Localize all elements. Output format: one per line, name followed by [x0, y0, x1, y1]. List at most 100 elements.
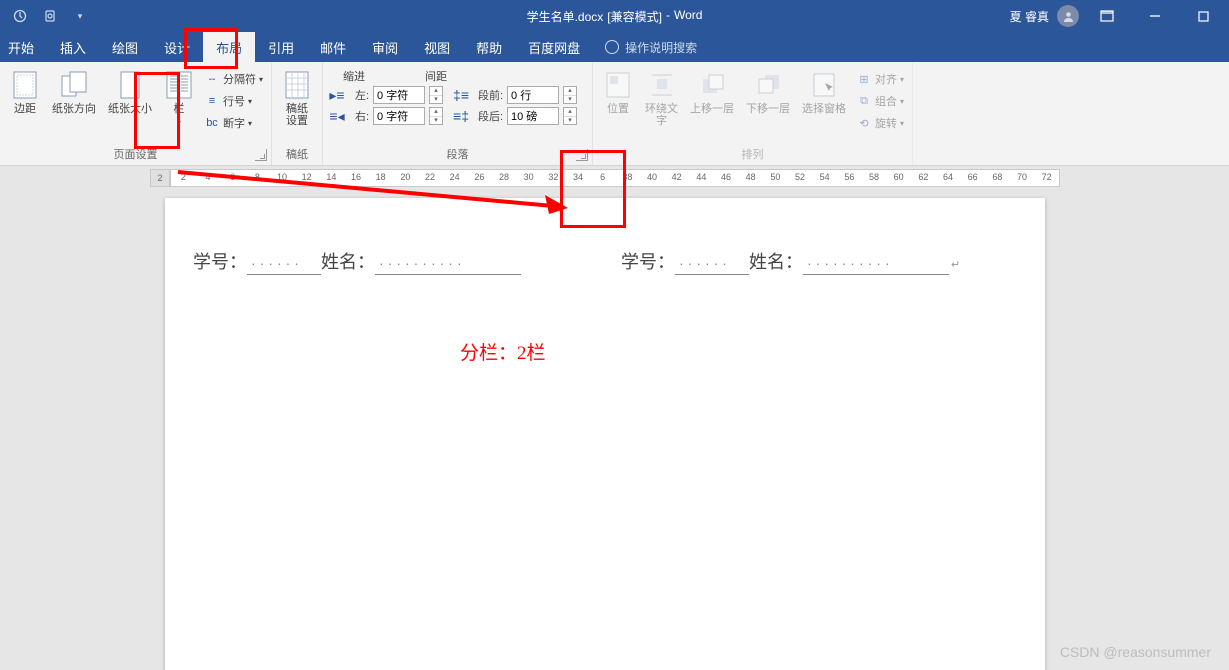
paragraph-dialog-launcher[interactable] — [576, 149, 588, 161]
space-after-label: 段后: — [473, 108, 503, 124]
tab-baidu[interactable]: 百度网盘 — [515, 32, 593, 62]
tab-references[interactable]: 引用 — [255, 32, 307, 62]
maximize-button[interactable] — [1183, 2, 1223, 30]
space-before-input[interactable] — [507, 86, 559, 104]
tab-review[interactable]: 审阅 — [359, 32, 411, 62]
group-paragraph: 缩进 间距 ▸≡ 左: ▴▾ ≡◂ 右: ▴▾ — [323, 62, 593, 165]
bulb-icon — [605, 40, 619, 54]
indent-left-input[interactable] — [373, 86, 425, 104]
tab-layout[interactable]: 布局 — [203, 32, 255, 62]
tab-help[interactable]: 帮助 — [463, 32, 515, 62]
tab-draw[interactable]: 绘图 — [99, 32, 151, 62]
ruler-tick: 34 — [573, 172, 583, 182]
ruler-tick: 38 — [622, 172, 632, 182]
ruler-tick: 10 — [277, 172, 287, 182]
ruler-tick: 72 — [1042, 172, 1052, 182]
ruler-tick: 16 — [351, 172, 361, 182]
ruler-tick: 18 — [376, 172, 386, 182]
chevron-down-icon: ▾ — [259, 75, 263, 84]
group-page-setup: 边距 纸张方向 纸张大小 栏 ▾ — [0, 62, 272, 165]
ruler-tick: 58 — [869, 172, 879, 182]
ruler-tick: 52 — [795, 172, 805, 182]
page-setup-dialog-launcher[interactable] — [255, 149, 267, 161]
group-page-setup-label: 页面设置 — [6, 144, 265, 165]
title-filename: 学生名单.docx — [527, 8, 604, 25]
align-icon: ⊞ — [856, 71, 872, 87]
ruler-tick: 8 — [255, 172, 260, 182]
field-name-1: 姓名： — [321, 248, 375, 274]
margins-button[interactable]: 边距 — [6, 68, 44, 117]
ribbon-display-button[interactable] — [1087, 2, 1127, 30]
indent-right-stepper[interactable]: ▴▾ — [429, 107, 443, 125]
ruler-area: 2 24681012141618202224262830323463840424… — [0, 166, 1229, 190]
group-arrange-label: 排列 — [599, 144, 906, 165]
tab-start[interactable]: 开始 — [0, 32, 47, 62]
ribbon-tabs: 开始 插入 绘图 设计 布局 引用 邮件 审阅 视图 帮助 百度网盘 操作说明搜… — [0, 32, 1229, 62]
indent-left: ▸≡ 左: ▴▾ — [329, 86, 443, 104]
ruler-tick: 30 — [524, 172, 534, 182]
breaks-icon: ╌ — [204, 71, 220, 87]
backward-icon — [753, 70, 783, 100]
line-numbers-button[interactable]: ≡ 行号 ▾ — [202, 90, 265, 112]
orientation-button[interactable]: 纸张方向 — [48, 68, 100, 117]
ruler-tick: 6 — [230, 172, 235, 182]
avatar[interactable] — [1057, 5, 1079, 27]
underline-1: ······ — [247, 255, 321, 275]
spacing-header: 间距 — [425, 68, 447, 84]
touch-mode-icon[interactable] — [42, 8, 58, 24]
selection-pane-icon — [809, 70, 839, 100]
field-name-2: 姓名： — [749, 248, 803, 274]
ruler-tick: 12 — [302, 172, 312, 182]
ruler-tick: 60 — [894, 172, 904, 182]
columns-icon — [164, 70, 194, 100]
tab-mailings[interactable]: 邮件 — [307, 32, 359, 62]
group-button: ⧉ 组合▾ — [854, 90, 906, 112]
qat-dropdown-icon[interactable]: ▾ — [72, 8, 88, 24]
indent-left-label: 左: — [349, 87, 369, 103]
ruler-tick: 68 — [992, 172, 1002, 182]
minimize-button[interactable] — [1135, 2, 1175, 30]
ruler-left-gutter: 2 — [150, 169, 170, 187]
indent-header: 缩进 — [343, 68, 365, 84]
ruler-tick: 22 — [425, 172, 435, 182]
indent-left-stepper[interactable]: ▴▾ — [429, 86, 443, 104]
user-name[interactable]: 夏 睿真 — [1010, 8, 1049, 25]
manuscript-button[interactable]: 稿纸 设置 — [278, 68, 316, 129]
title-right: 夏 睿真 — [1010, 2, 1229, 30]
orientation-label: 纸张方向 — [52, 103, 96, 115]
group-manuscript: 稿纸 设置 稿纸 — [272, 62, 323, 165]
indent-right-input[interactable] — [373, 107, 425, 125]
space-before: ‡≡ 段前: ▴▾ — [453, 86, 577, 104]
ruler-tick: 4 — [205, 172, 210, 182]
window-title: 学生名单.docx [兼容模式] - Word — [527, 8, 703, 25]
horizontal-ruler[interactable]: 2468101214161820222426283032346384042444… — [170, 169, 1060, 187]
send-backward-button: 下移一层 — [742, 68, 794, 117]
autosave-icon[interactable] — [12, 8, 28, 24]
space-after-stepper[interactable]: ▴▾ — [563, 107, 577, 125]
breaks-button[interactable]: ╌ 分隔符 ▾ — [202, 68, 265, 90]
tell-me-search[interactable]: 操作说明搜索 — [593, 32, 709, 62]
columns-button[interactable]: 栏 ▾ — [160, 68, 198, 129]
wrap-label: 环绕文 字 — [645, 103, 678, 127]
chevron-down-icon: ▾ — [177, 118, 181, 127]
field-student-id-1: 学号： — [193, 248, 247, 274]
tab-insert[interactable]: 插入 — [47, 32, 99, 62]
group-manuscript-label: 稿纸 — [278, 144, 316, 165]
selection-pane-button[interactable]: 选择窗格 — [798, 68, 850, 117]
align-button[interactable]: ⊞ 对齐▾ — [854, 68, 906, 90]
space-after-input[interactable] — [507, 107, 559, 125]
ruler-tick: 44 — [696, 172, 706, 182]
ruler-tick: 56 — [844, 172, 854, 182]
tab-design[interactable]: 设计 — [151, 32, 203, 62]
ruler-tick: 50 — [770, 172, 780, 182]
size-button[interactable]: 纸张大小 — [104, 68, 156, 117]
underline-3: ······ — [675, 255, 749, 275]
tab-view[interactable]: 视图 — [411, 32, 463, 62]
ruler-tick: 20 — [400, 172, 410, 182]
chevron-down-icon: ▾ — [248, 97, 252, 106]
space-after: ≡‡ 段后: ▴▾ — [453, 107, 577, 125]
ruler-tick: 42 — [672, 172, 682, 182]
hyphenation-button[interactable]: bc 断字 ▾ — [202, 112, 265, 134]
space-before-stepper[interactable]: ▴▾ — [563, 86, 577, 104]
indent-right: ≡◂ 右: ▴▾ — [329, 107, 443, 125]
